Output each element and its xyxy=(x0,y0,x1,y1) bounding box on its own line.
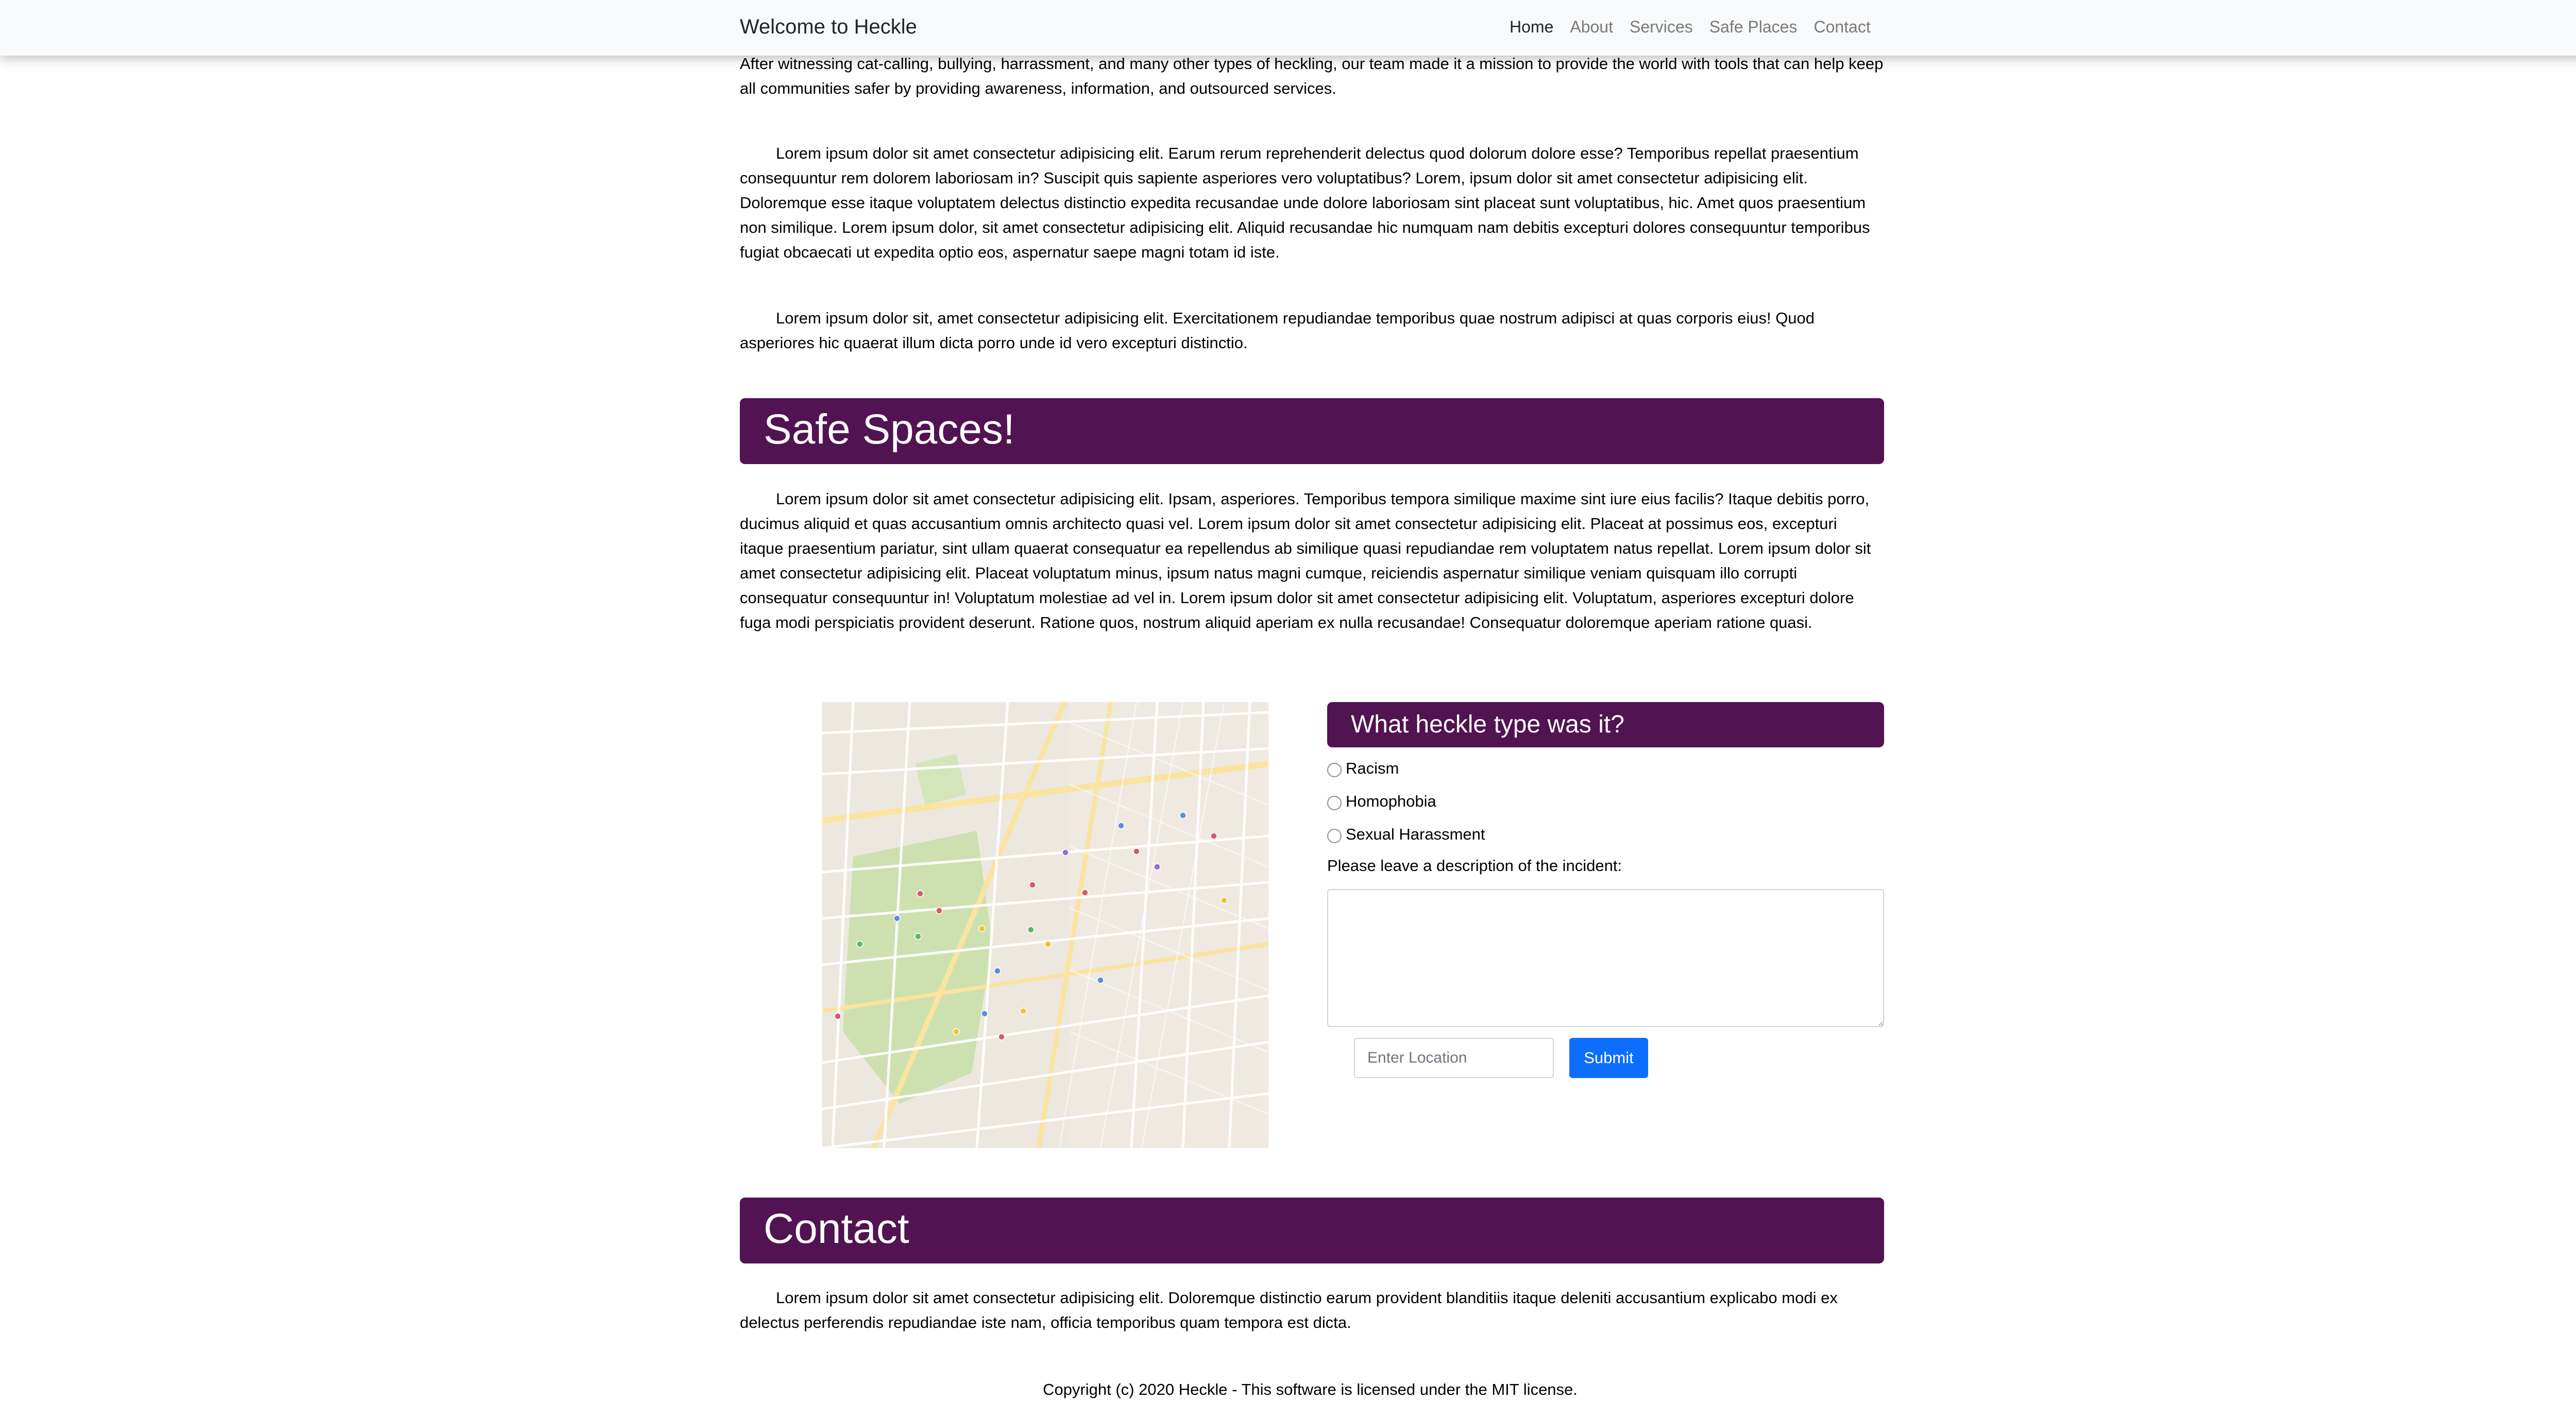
intro-paragraph: Lorem ipsum dolor sit amet consectetur a… xyxy=(740,144,1870,261)
nav-link-about[interactable]: About xyxy=(1570,18,1613,37)
contact-heading: Contact xyxy=(764,1205,909,1252)
racism-label[interactable]: Racism xyxy=(1346,759,1399,778)
map-image xyxy=(822,702,1268,1148)
top-navbar: Welcome to Heckle Home About Services Sa… xyxy=(0,0,2576,56)
nav-links: Home About Services Safe Places Contact xyxy=(1510,18,1871,37)
nav-link-contact[interactable]: Contact xyxy=(1814,18,1870,37)
safe-spaces-banner: Safe Spaces! xyxy=(740,398,1884,464)
description-label: Please leave a description of the incide… xyxy=(1327,857,1622,875)
homophobia-label[interactable]: Homophobia xyxy=(1346,792,1436,811)
contact-banner: Contact xyxy=(740,1198,1884,1263)
form-header: What heckle type was it? xyxy=(1327,702,1884,747)
description-textarea[interactable] xyxy=(1327,889,1884,1027)
contact-paragraph: Lorem ipsum dolor sit amet consectetur a… xyxy=(740,1289,1838,1331)
footer-copyright: Copyright (c) 2020 Heckle - This softwar… xyxy=(1043,1380,1578,1398)
option-sexual-harassment[interactable]: Sexual Harassment xyxy=(1327,825,1485,844)
form-title: What heckle type was it? xyxy=(1351,711,1624,738)
safe-places-map[interactable] xyxy=(822,702,1268,1148)
racism-radio[interactable] xyxy=(1327,763,1342,777)
sexual-harassment-radio[interactable] xyxy=(1327,829,1342,843)
option-racism[interactable]: Racism xyxy=(1327,759,1399,778)
location-input[interactable] xyxy=(1354,1038,1554,1078)
brand-title[interactable]: Welcome to Heckle xyxy=(740,15,917,39)
homophobia-radio[interactable] xyxy=(1327,796,1342,810)
option-homophobia[interactable]: Homophobia xyxy=(1327,792,1436,811)
safe-spaces-heading: Safe Spaces! xyxy=(764,406,1015,453)
nav-link-home[interactable]: Home xyxy=(1510,18,1553,37)
intro-paragraph: After witnessing cat-calling, bullying, … xyxy=(740,55,1884,97)
submit-button[interactable]: Submit xyxy=(1569,1038,1648,1078)
safe-spaces-paragraph: Lorem ipsum dolor sit amet consectetur a… xyxy=(740,490,1871,631)
nav-link-safe-places[interactable]: Safe Places xyxy=(1709,18,1798,37)
nav-link-services[interactable]: Services xyxy=(1630,18,1693,37)
intro-paragraph: Lorem ipsum dolor sit, amet consectetur … xyxy=(740,309,1815,352)
sexual-harassment-label[interactable]: Sexual Harassment xyxy=(1346,825,1485,844)
